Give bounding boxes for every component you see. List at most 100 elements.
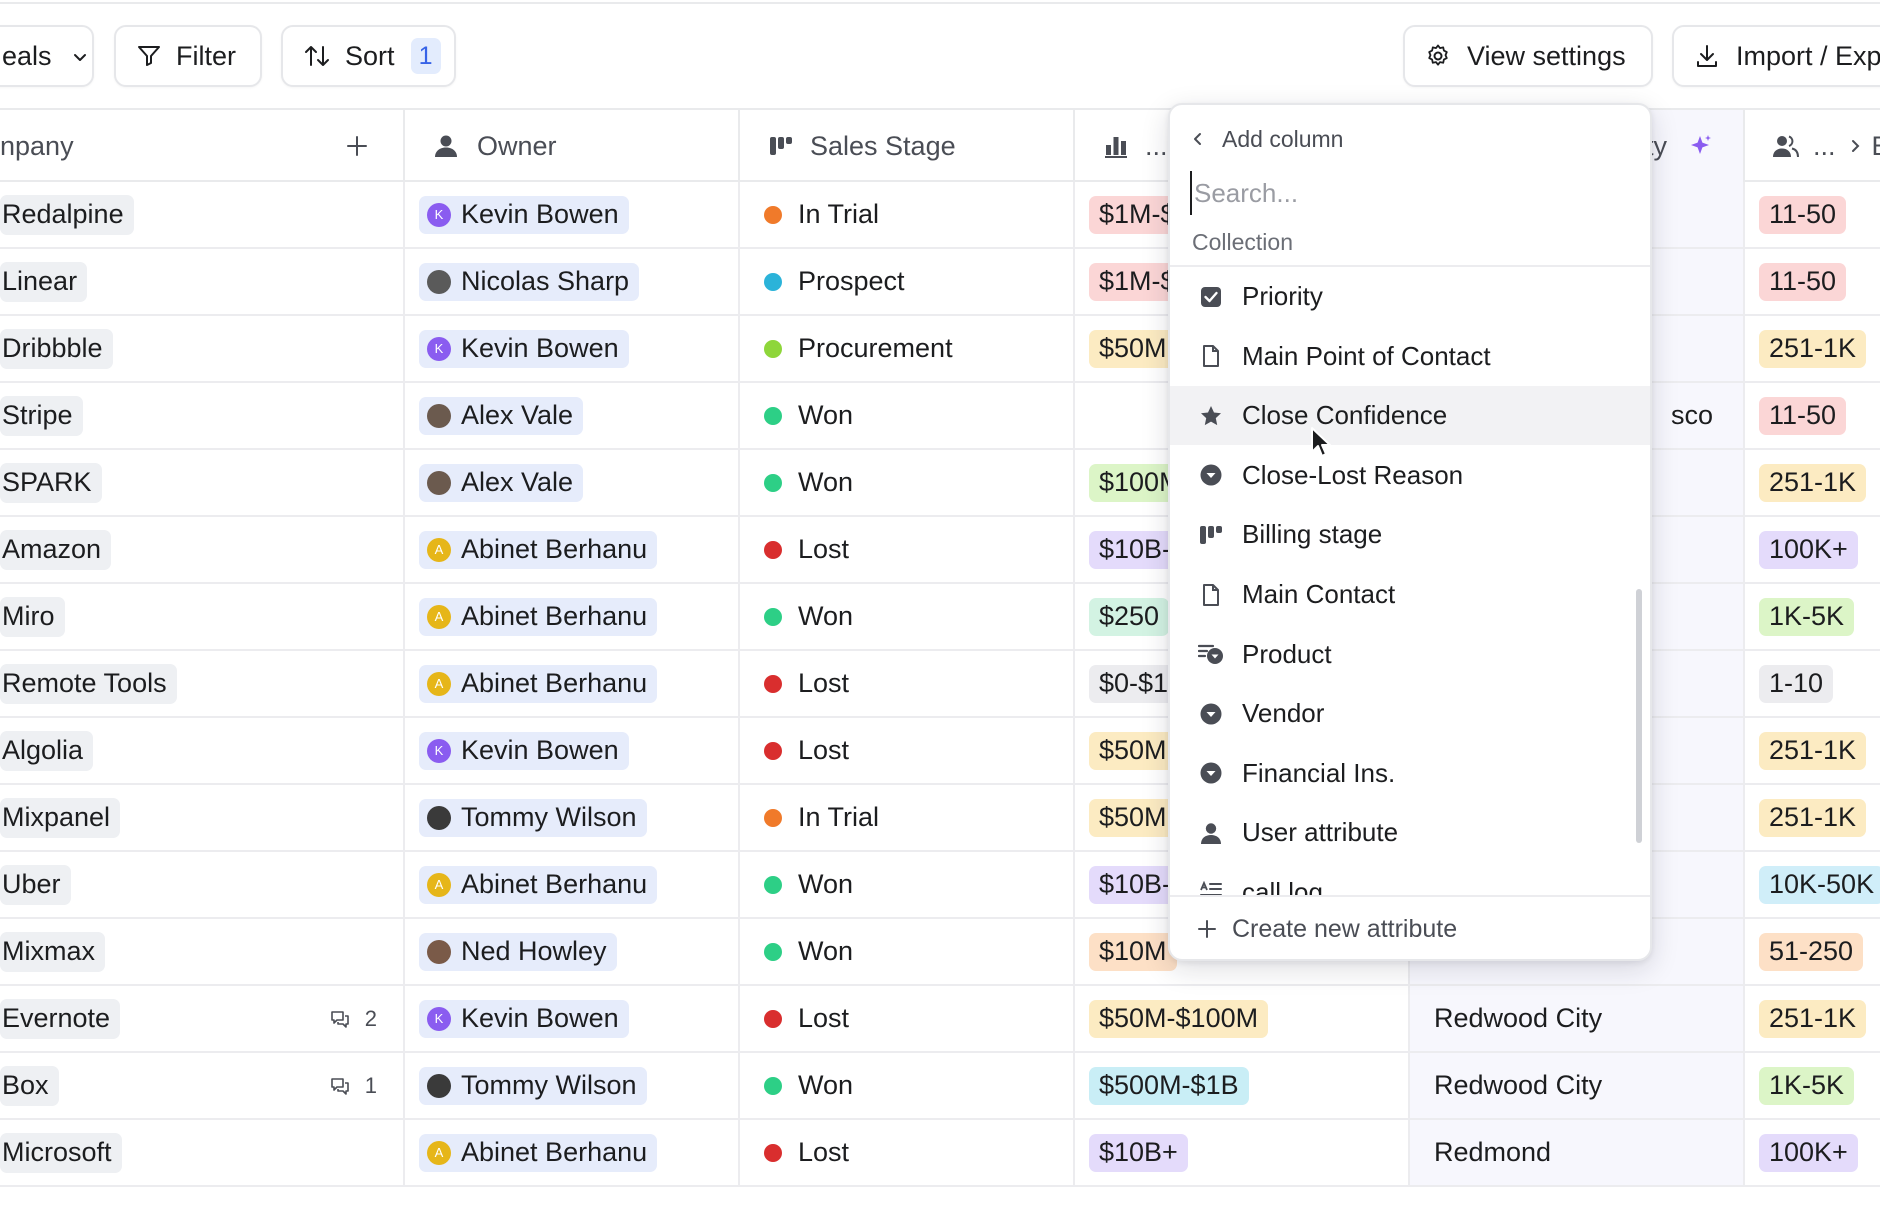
owner-cell[interactable]: A Abinet Berhanu: [405, 1120, 740, 1185]
stage-cell[interactable]: Lost: [740, 651, 1075, 716]
company-cell[interactable]: Amazon: [0, 517, 405, 582]
attribute-option[interactable]: Billing stage: [1170, 505, 1650, 564]
company-pill[interactable]: Redalpine: [0, 194, 134, 235]
stage-cell[interactable]: Won: [740, 1053, 1075, 1118]
stage-cell[interactable]: Lost: [740, 517, 1075, 582]
company-cell[interactable]: Dribbble: [0, 316, 405, 381]
owner-pill[interactable]: A Abinet Berhanu: [419, 1133, 658, 1172]
revenue-cell[interactable]: $10B+: [1075, 1120, 1410, 1185]
company-pill[interactable]: Evernote: [0, 998, 121, 1039]
owner-cell[interactable]: K Kevin Bowen: [405, 718, 740, 783]
owner-pill[interactable]: K Kevin Bowen: [419, 195, 629, 234]
employees-cell[interactable]: 11-50: [1745, 249, 1880, 314]
owner-cell[interactable]: Alex Vale: [405, 383, 740, 448]
company-pill[interactable]: Stripe: [0, 395, 83, 436]
employees-cell[interactable]: 251-1K: [1745, 785, 1880, 850]
owner-cell[interactable]: Ned Howley: [405, 919, 740, 984]
owner-pill[interactable]: Tommy Wilson: [419, 1066, 647, 1105]
employees-cell[interactable]: 251-1K: [1745, 718, 1880, 783]
company-cell[interactable]: Miro: [0, 584, 405, 649]
company-pill[interactable]: Mixpanel: [0, 797, 121, 838]
view-selector-button[interactable]: eals: [0, 25, 94, 87]
owner-pill[interactable]: K Kevin Bowen: [419, 329, 629, 368]
company-pill[interactable]: Remote Tools: [0, 663, 177, 704]
employees-cell[interactable]: 1-10: [1745, 651, 1880, 716]
comment-count[interactable]: 2: [329, 1006, 377, 1032]
company-pill[interactable]: Dribbble: [0, 328, 113, 369]
attribute-option[interactable]: User attribute: [1170, 803, 1650, 862]
company-cell[interactable]: Remote Tools: [0, 651, 405, 716]
attribute-search-input[interactable]: [1190, 171, 1630, 215]
company-pill[interactable]: Amazon: [0, 529, 112, 570]
owner-cell[interactable]: K Kevin Bowen: [405, 986, 740, 1051]
stage-cell[interactable]: Won: [740, 919, 1075, 984]
company-cell[interactable]: SPARK: [0, 450, 405, 515]
owner-cell[interactable]: K Kevin Bowen: [405, 182, 740, 247]
table-row[interactable]: Evernote 2 K Kevin Bowen Lost $50M-$100M…: [0, 986, 1880, 1053]
company-cell[interactable]: Linear: [0, 249, 405, 314]
owner-pill[interactable]: Alex Vale: [419, 396, 584, 435]
employees-cell[interactable]: 100K+: [1745, 1120, 1880, 1185]
owner-pill[interactable]: A Abinet Berhanu: [419, 664, 658, 703]
company-cell[interactable]: Mixmax: [0, 919, 405, 984]
company-pill[interactable]: Box: [0, 1065, 59, 1106]
employees-cell[interactable]: 51-250: [1745, 919, 1880, 984]
owner-cell[interactable]: Tommy Wilson: [405, 785, 740, 850]
owner-cell[interactable]: Tommy Wilson: [405, 1053, 740, 1118]
owner-cell[interactable]: A Abinet Berhanu: [405, 517, 740, 582]
employees-cell[interactable]: 251-1K: [1745, 316, 1880, 381]
company-pill[interactable]: Miro: [0, 596, 65, 637]
company-cell[interactable]: Box 1: [0, 1053, 405, 1118]
owner-pill[interactable]: A Abinet Berhanu: [419, 865, 658, 904]
owner-pill[interactable]: Tommy Wilson: [419, 798, 647, 837]
stage-cell[interactable]: Won: [740, 852, 1075, 917]
stage-cell[interactable]: Won: [740, 383, 1075, 448]
company-cell[interactable]: Stripe: [0, 383, 405, 448]
employees-cell[interactable]: 11-50: [1745, 182, 1880, 247]
company-pill[interactable]: Microsoft: [0, 1132, 122, 1173]
company-cell[interactable]: Mixpanel: [0, 785, 405, 850]
company-pill[interactable]: Uber: [0, 864, 71, 905]
company-pill[interactable]: Linear: [0, 261, 88, 302]
employees-cell[interactable]: 1K-5K: [1745, 1053, 1880, 1118]
column-header-owner[interactable]: Owner: [405, 110, 740, 182]
location-cell[interactable]: Redwood City: [1410, 1053, 1745, 1118]
add-column-icon[interactable]: [345, 134, 369, 158]
attribute-option[interactable]: Main Point of Contact: [1170, 327, 1650, 386]
attribute-option[interactable]: Priority: [1170, 267, 1650, 326]
table-row[interactable]: Microsoft A Abinet Berhanu Lost $10B+ Re…: [0, 1120, 1880, 1187]
add-column-back-button[interactable]: Add column: [1192, 119, 1343, 159]
column-header-company[interactable]: npany: [0, 110, 405, 182]
attribute-option[interactable]: Main Contact: [1170, 565, 1650, 624]
create-new-attribute-button[interactable]: Create new attribute: [1170, 895, 1650, 959]
comment-count[interactable]: 1: [329, 1073, 377, 1099]
owner-cell[interactable]: A Abinet Berhanu: [405, 584, 740, 649]
owner-cell[interactable]: A Abinet Berhanu: [405, 852, 740, 917]
owner-pill[interactable]: Nicolas Sharp: [419, 262, 640, 301]
owner-pill[interactable]: Ned Howley: [419, 932, 617, 971]
owner-cell[interactable]: Nicolas Sharp: [405, 249, 740, 314]
owner-cell[interactable]: A Abinet Berhanu: [405, 651, 740, 716]
company-pill[interactable]: Algolia: [0, 730, 94, 771]
company-cell[interactable]: Uber: [0, 852, 405, 917]
attribute-option[interactable]: Close-Lost Reason: [1170, 446, 1650, 505]
owner-pill[interactable]: Alex Vale: [419, 463, 584, 502]
table-row[interactable]: Box 1 Tommy Wilson Won $500M-$1B Redwood…: [0, 1053, 1880, 1120]
employees-cell[interactable]: 10K-50K: [1745, 852, 1880, 917]
sort-button[interactable]: Sort 1: [281, 25, 456, 87]
location-cell[interactable]: Redwood City: [1410, 986, 1745, 1051]
stage-cell[interactable]: Won: [740, 450, 1075, 515]
revenue-cell[interactable]: $500M-$1B: [1075, 1053, 1410, 1118]
employees-cell[interactable]: 11-50: [1745, 383, 1880, 448]
company-cell[interactable]: Algolia: [0, 718, 405, 783]
stage-cell[interactable]: Lost: [740, 986, 1075, 1051]
company-cell[interactable]: Evernote 2: [0, 986, 405, 1051]
employees-cell[interactable]: 251-1K: [1745, 986, 1880, 1051]
owner-cell[interactable]: K Kevin Bowen: [405, 316, 740, 381]
owner-cell[interactable]: Alex Vale: [405, 450, 740, 515]
owner-pill[interactable]: A Abinet Berhanu: [419, 597, 658, 636]
employees-cell[interactable]: 100K+: [1745, 517, 1880, 582]
attribute-option[interactable]: Close Confidence: [1170, 386, 1650, 446]
stage-cell[interactable]: Lost: [740, 1120, 1075, 1185]
company-pill[interactable]: SPARK: [0, 462, 102, 503]
